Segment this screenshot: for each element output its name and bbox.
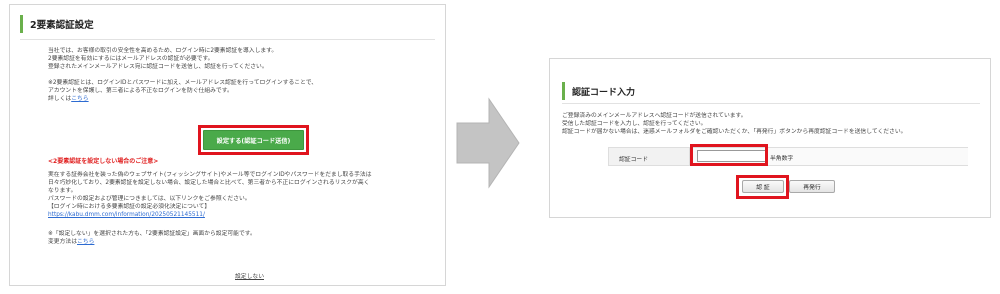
instruction-line: 受信した認証コードを入力し、認証を行ってください。 <box>562 121 707 127</box>
method-line: 変更方法はこちら <box>48 238 94 246</box>
highlight-box <box>736 175 789 199</box>
code-label: 認証コード <box>619 157 648 163</box>
highlight-box <box>690 144 768 166</box>
info-url-link[interactable]: https://kabu.dmm.com/information/2025052… <box>48 211 205 219</box>
accent-bar <box>20 15 23 33</box>
warning-line: 日々巧妙化しており、2要素認証を設定しない場合、設定した場合と比べて、第三者から… <box>48 180 370 186</box>
instruction-line: 認証コードが届かない場合は、迷惑メールフォルダをご確認いただくか、「再発行」ボタ… <box>562 129 907 135</box>
instruction-line: ご登録済みのメインメールアドレスへ認証コードが送信されています。 <box>562 113 747 119</box>
highlight-box <box>198 125 309 155</box>
resend-button[interactable]: 再発行 <box>789 180 835 193</box>
code-hint: 半角数字 <box>770 156 794 162</box>
page-title: 認証コード入力 <box>572 88 636 98</box>
warning-heading: <2要素認証を設定しない場合のご注意> <box>48 158 159 165</box>
right-arrow-icon <box>456 97 520 189</box>
intro-line: 当社では、お客様の取引の安全性を高めるため、ログイン時に2要素認証を導入します。 <box>48 48 278 54</box>
accent-bar <box>562 82 565 100</box>
about-line: ※2要素認証とは、ログインIDとパスワードに加え、メールアドレス認証を行ってログ… <box>48 80 318 86</box>
divider <box>562 103 980 104</box>
section-header: 2要素認証設定 <box>20 14 435 36</box>
two-factor-settings-panel: 2要素認証設定 当社では、お客様の取引の安全性を高めるため、ログイン時に2要素認… <box>9 4 446 286</box>
divider <box>20 39 435 40</box>
skip-setup-link[interactable]: 設定しない <box>235 271 264 280</box>
code-form-row: 認証コード 半角数字 <box>608 147 968 166</box>
details-link[interactable]: こちら <box>71 96 88 102</box>
verification-code-panel: 認証コード入力 ご登録済みのメインメールアドレスへ認証コードが送信されています。… <box>549 58 991 218</box>
page-title: 2要素認証設定 <box>30 20 94 31</box>
warning-line: 【ログイン時における多要素認証の設定必須化決定について】 <box>48 204 211 210</box>
warning-line: 実在する証券会社を装った偽のウェブサイト(フィッシングサイト)やメール等でログイ… <box>48 172 372 178</box>
about-line: アカウントを保護し、第三者による不正なログインを防ぐ仕組みです。 <box>48 88 233 94</box>
section-header: 認証コード入力 <box>562 81 982 103</box>
warning-line: パスワードの設定および管理につきましては、以下リンクをご参照ください。 <box>48 196 251 202</box>
intro-line: 2要素認証を有効にするにはメールアドレスの認証が必要です。 <box>48 56 214 62</box>
details-line: 詳しくはこちら <box>48 95 89 103</box>
method-link[interactable]: こちら <box>77 239 94 245</box>
details-prefix: 詳しくは <box>48 96 72 102</box>
intro-line: 登録されたメインメールアドレス宛に認証コードを送信し、認証を行ってください。 <box>48 64 268 70</box>
later-note: ※「設定しない」を選択された方も、「2要素認証設定」画面から設定可能です。 <box>48 231 256 237</box>
method-prefix: 変更方法は <box>48 239 77 245</box>
warning-line: なります。 <box>48 188 77 194</box>
